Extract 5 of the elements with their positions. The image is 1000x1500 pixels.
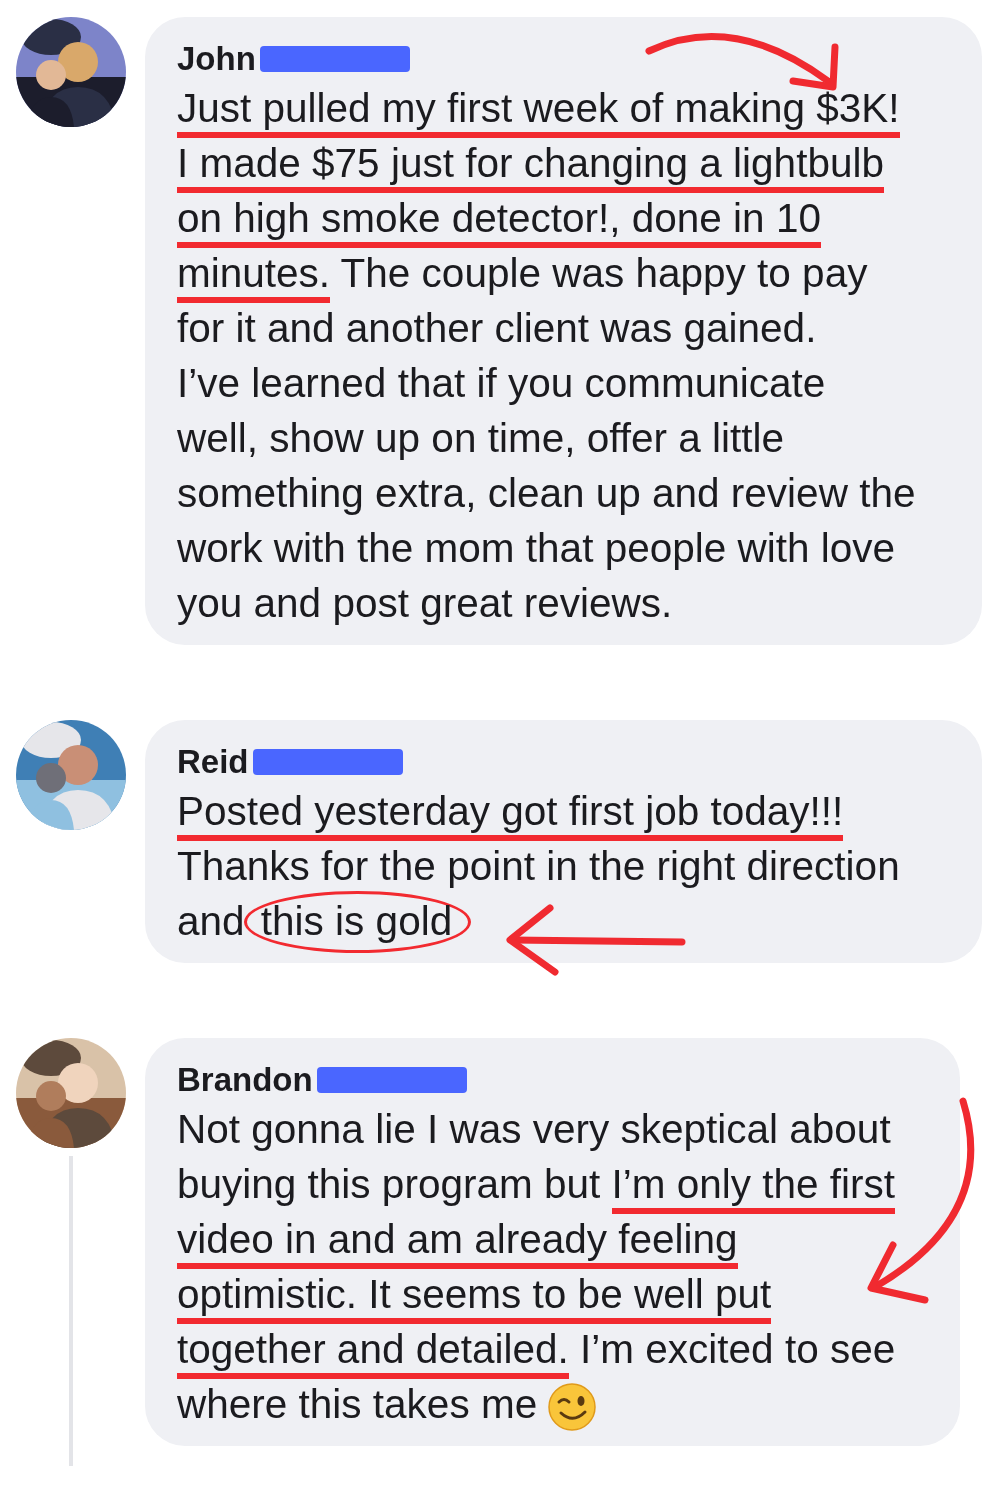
- author-name[interactable]: Reid: [177, 743, 249, 781]
- comment-text: Not gonna lie I was very skeptical about buying this program but I’m only the first video in and am already feeling optimistic. It seems to be well put together and detailed. I’m excited to see where this takes me: [177, 1102, 940, 1433]
- comment-text: Just pulled my first week of making $3K! I made $75 just for changing a lightbulb on high smoke detector!, done in 10 minutes. The couple was happy to pay for it and another client was gained. I’ve learned that if you communicate well, show up on time, offer a little something extra, clean up and review the work with the mom that people with love you and post great reviews.: [177, 84, 917, 628]
- author-name[interactable]: Brandon: [177, 1061, 313, 1099]
- author-name[interactable]: John: [177, 40, 256, 78]
